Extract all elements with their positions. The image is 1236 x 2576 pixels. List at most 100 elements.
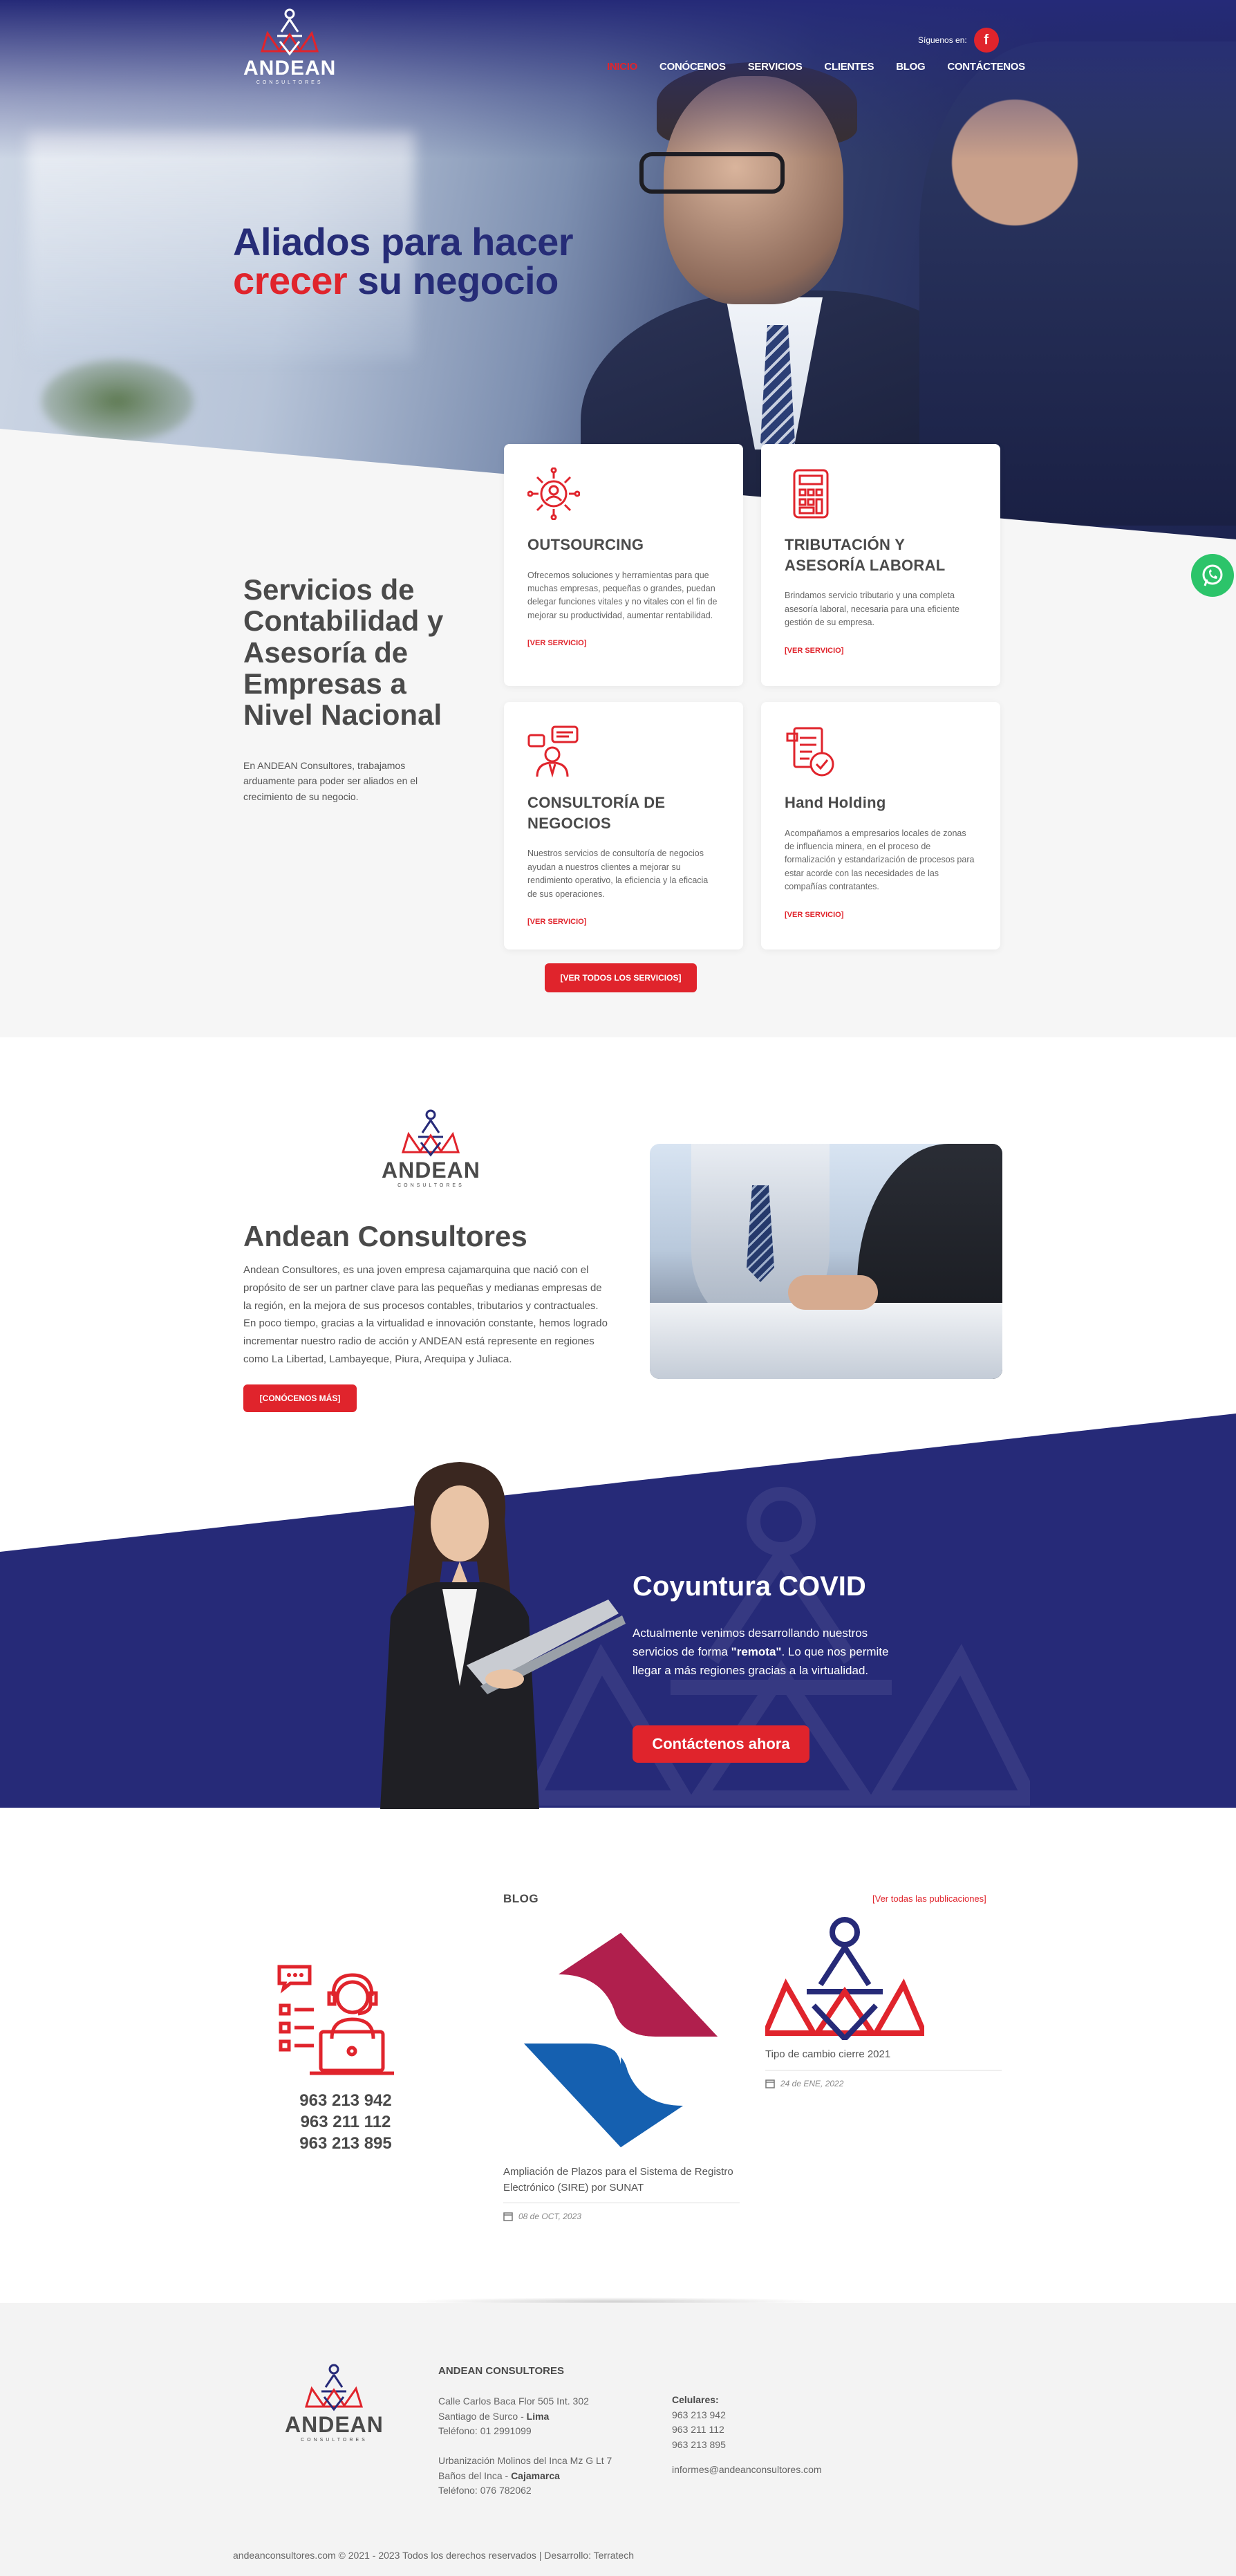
social-follow: Síguenos en: f xyxy=(918,28,999,53)
footer-address-lima: Calle Carlos Baca Flor 505 Int. 302 Sant… xyxy=(438,2394,659,2439)
about-logo: ANDEAN CONSULTORES xyxy=(382,1109,480,1188)
consultant-icon xyxy=(527,725,579,778)
covid-text-bold: "remota" xyxy=(731,1645,782,1659)
page: ANDEAN CONSULTORES Síguenos en: f INICIO… xyxy=(0,0,1236,2576)
blog-post[interactable]: Ampliación de Plazos para el Sistema de … xyxy=(503,1922,740,2221)
andean-logo-icon xyxy=(402,1109,460,1157)
hero-headline: Aliados para hacer crecer su negocio xyxy=(233,220,574,302)
sunat-logo-icon xyxy=(524,1933,718,2147)
service-card-title: TRIBUTACIÓN Y ASESORÍA LABORAL xyxy=(785,536,946,574)
nav-item-contactenos[interactable]: CONTÁCTENOS xyxy=(936,61,1036,73)
service-card-text: Nuestros servicios de consultoría de neg… xyxy=(527,849,709,899)
cell-number[interactable]: 963 211 112 xyxy=(672,2422,852,2438)
phone-number[interactable]: 963 213 942 xyxy=(277,2090,415,2111)
nav-item-servicios[interactable]: SERVICIOS xyxy=(737,61,814,73)
service-card-title: CONSULTORÍA DE NEGOCIOS xyxy=(527,794,666,832)
blog-post-title[interactable]: Tipo de cambio cierre 2021 xyxy=(765,2047,1002,2070)
about-title: Andean Consultores xyxy=(243,1220,527,1252)
blog-post-date-text: 24 de ENE, 2022 xyxy=(780,2078,844,2088)
address-district: Santiago de Surco - xyxy=(438,2410,527,2422)
address-line: Baños del Inca - Cajamarca xyxy=(438,2469,659,2484)
covid-title-bold: COVID xyxy=(778,1571,866,1602)
ver-servicio-link[interactable]: [VER SERVICIO] xyxy=(785,647,843,655)
hero-line-1: Aliados para hacer xyxy=(233,220,574,263)
main-nav: INICIO CONÓCENOS SERVICIOS CLIENTES BLOG… xyxy=(596,61,1036,73)
facebook-icon[interactable]: f xyxy=(973,28,999,53)
footer-logo: ANDEAN CONSULTORES xyxy=(285,2364,384,2443)
address-phone: Teléfono: 01 2991099 xyxy=(438,2425,532,2437)
andean-logo-icon xyxy=(305,2364,364,2411)
about-text: Andean Consultores, es una joven empresa… xyxy=(243,1264,608,1365)
covid-title: Coyuntura COVID xyxy=(633,1571,866,1602)
service-card-tributacion: TRIBUTACIÓN Y ASESORÍA LABORAL Brindamos… xyxy=(761,444,1000,686)
hero-top-overlay xyxy=(0,0,1236,159)
cell-label: Celulares: xyxy=(672,2394,719,2405)
hero-highlight-word: crecer xyxy=(233,259,348,302)
logo-subtitle: CONSULTORES xyxy=(301,2438,368,2443)
copyright: andeanconsultores.com © 2021 - 2023 Todo… xyxy=(233,2550,634,2561)
phone-number[interactable]: 963 213 895 xyxy=(277,2133,415,2154)
header-logo[interactable]: ANDEAN CONSULTORES xyxy=(243,8,336,85)
blog-post-title[interactable]: Ampliación de Plazos para el Sistema de … xyxy=(503,2165,740,2203)
blog-post-date: 24 de ENE, 2022 xyxy=(765,2079,1002,2088)
blog-post[interactable]: Tipo de cambio cierre 2021 24 de ENE, 20… xyxy=(765,1916,1002,2088)
blog-post-thumbnail[interactable] xyxy=(765,1916,924,2040)
andean-logo-icon xyxy=(261,8,319,56)
outsourcing-icon xyxy=(527,467,581,521)
meeting-table xyxy=(650,1303,1002,1379)
nav-item-clientes[interactable]: CLIENTES xyxy=(813,61,885,73)
contactenos-ahora-button[interactable]: Contáctenos ahora xyxy=(633,1725,809,1763)
blog-post-thumbnail[interactable] xyxy=(503,1922,738,2158)
address-phone: Teléfono: 076 782062 xyxy=(438,2485,532,2496)
logo-wordmark: ANDEAN xyxy=(243,57,337,80)
all-services-button[interactable]: [VER TODOS LOS SERVICIOS] xyxy=(545,963,697,992)
address-city: Cajamarca xyxy=(511,2470,560,2481)
logo-subtitle: CONSULTORES xyxy=(256,80,324,85)
whatsapp-icon[interactable] xyxy=(1191,554,1234,597)
footer xyxy=(0,2303,1236,2576)
service-card-title: OUTSOURCING xyxy=(527,536,644,553)
phone-number[interactable]: 963 211 112 xyxy=(277,2111,415,2133)
blog-title: BLOG xyxy=(503,1892,539,1905)
address-district: Baños del Inca - xyxy=(438,2470,512,2481)
ver-servicio-link[interactable]: [VER SERVICIO] xyxy=(785,911,843,919)
document-check-icon xyxy=(786,727,834,777)
service-card-title: Hand Holding xyxy=(785,794,886,811)
woman-with-laptop-image xyxy=(380,1462,626,1809)
nav-item-conocenos[interactable]: CONÓCENOS xyxy=(648,61,737,73)
service-card-text: Brindamos servicio tributario y una comp… xyxy=(785,591,959,628)
hero-background-plant xyxy=(41,360,194,443)
calendar-icon xyxy=(503,2212,513,2221)
footer-address-cajamarca: Urbanización Molinos del Inca Mz G Lt 7 … xyxy=(438,2454,659,2499)
services-intro: En ANDEAN Consultores, trabajamos arduam… xyxy=(243,760,418,802)
handshake-image xyxy=(650,1144,1002,1379)
blog-post-date: 08 de OCT, 2023 xyxy=(503,2212,740,2221)
address-city: Lima xyxy=(526,2410,550,2422)
contact-phones: 963 213 942 963 211 112 963 213 895 xyxy=(277,2090,415,2155)
covid-text: Actualmente venimos desarrollando nuestr… xyxy=(633,1624,895,1680)
email-link[interactable]: informes@andeanconsultores.com xyxy=(672,2463,852,2478)
blog-post-date-text: 08 de OCT, 2023 xyxy=(518,2212,581,2221)
service-card-text: Acompañamos a empresarios locales de zon… xyxy=(785,828,975,892)
whatsapp-glyph-icon xyxy=(1202,564,1223,586)
logo-subtitle: CONSULTORES xyxy=(397,1183,465,1188)
nav-item-blog[interactable]: BLOG xyxy=(885,61,936,73)
cell-number[interactable]: 963 213 895 xyxy=(672,2438,852,2453)
conocenos-mas-button[interactable]: [CONÓCENOS MÁS] xyxy=(243,1384,357,1412)
calculator-icon xyxy=(793,469,829,519)
call-center-icon xyxy=(277,1965,394,2075)
nav-item-inicio[interactable]: INICIO xyxy=(596,61,648,73)
handshake xyxy=(788,1275,878,1310)
hero-line-2: su negocio xyxy=(347,259,559,302)
cell-number[interactable]: 963 213 942 xyxy=(672,2408,852,2423)
footer-contact: Celulares: 963 213 942 963 211 112 963 2… xyxy=(672,2393,852,2477)
address-line: Santiago de Surco - Lima xyxy=(438,2409,659,2425)
andean-logo-icon xyxy=(765,1917,924,2040)
ver-servicio-link[interactable]: [VER SERVICIO] xyxy=(527,918,586,926)
all-posts-link[interactable]: [Ver todas las publicaciones] xyxy=(872,1893,986,1904)
logo-wordmark: ANDEAN xyxy=(382,1158,480,1183)
calendar-icon xyxy=(765,2079,775,2088)
covid-title-light: Coyuntura xyxy=(633,1571,779,1602)
ver-servicio-link[interactable]: [VER SERVICIO] xyxy=(527,639,586,647)
logo-wordmark: ANDEAN xyxy=(285,2412,384,2437)
